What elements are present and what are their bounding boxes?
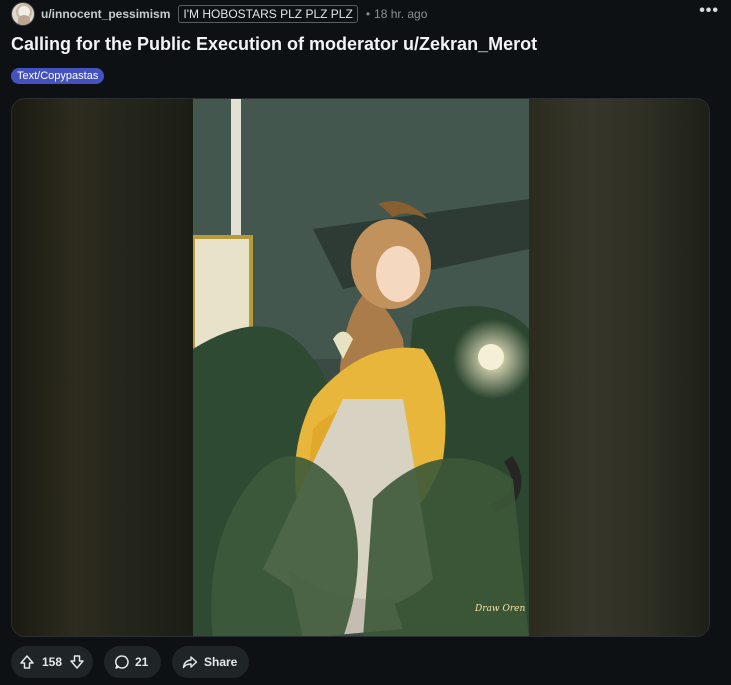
- share-label: Share: [204, 655, 238, 669]
- share-button[interactable]: Share: [172, 646, 249, 678]
- post-time: 18 hr. ago: [374, 7, 428, 21]
- comments-button[interactable]: 21: [104, 646, 161, 678]
- share-icon: [182, 656, 198, 669]
- vote-control: 158: [11, 646, 93, 678]
- post-title[interactable]: Calling for the Public Execution of mode…: [11, 34, 537, 55]
- comment-icon: [115, 655, 129, 669]
- user-avatar[interactable]: [11, 2, 35, 26]
- artist-signature: Draw Oren: [474, 604, 525, 614]
- post-image-artwork[interactable]: Draw Oren: [193, 99, 529, 637]
- author-username[interactable]: u/innocent_pessimism: [41, 7, 170, 21]
- more-options-icon[interactable]: •••: [699, 2, 719, 20]
- image-blur-right: [527, 99, 709, 636]
- post-flair-badge[interactable]: Text/Copypastas: [11, 68, 105, 84]
- upvote-count: 158: [41, 655, 63, 669]
- author-flair: I'M HOBOSTARS PLZ PLZ PLZ: [178, 5, 358, 23]
- upvote-icon[interactable]: [19, 654, 35, 670]
- comment-count: 21: [135, 655, 149, 669]
- downvote-icon[interactable]: [69, 654, 85, 670]
- meta-separator: •: [365, 7, 371, 21]
- post-image-container[interactable]: Draw Oren: [11, 98, 710, 637]
- post-meta-header: u/innocent_pessimism I'M HOBOSTARS PLZ P…: [11, 2, 721, 26]
- image-blur-left: [12, 99, 193, 636]
- post-action-bar: 158 21 Share: [11, 646, 249, 678]
